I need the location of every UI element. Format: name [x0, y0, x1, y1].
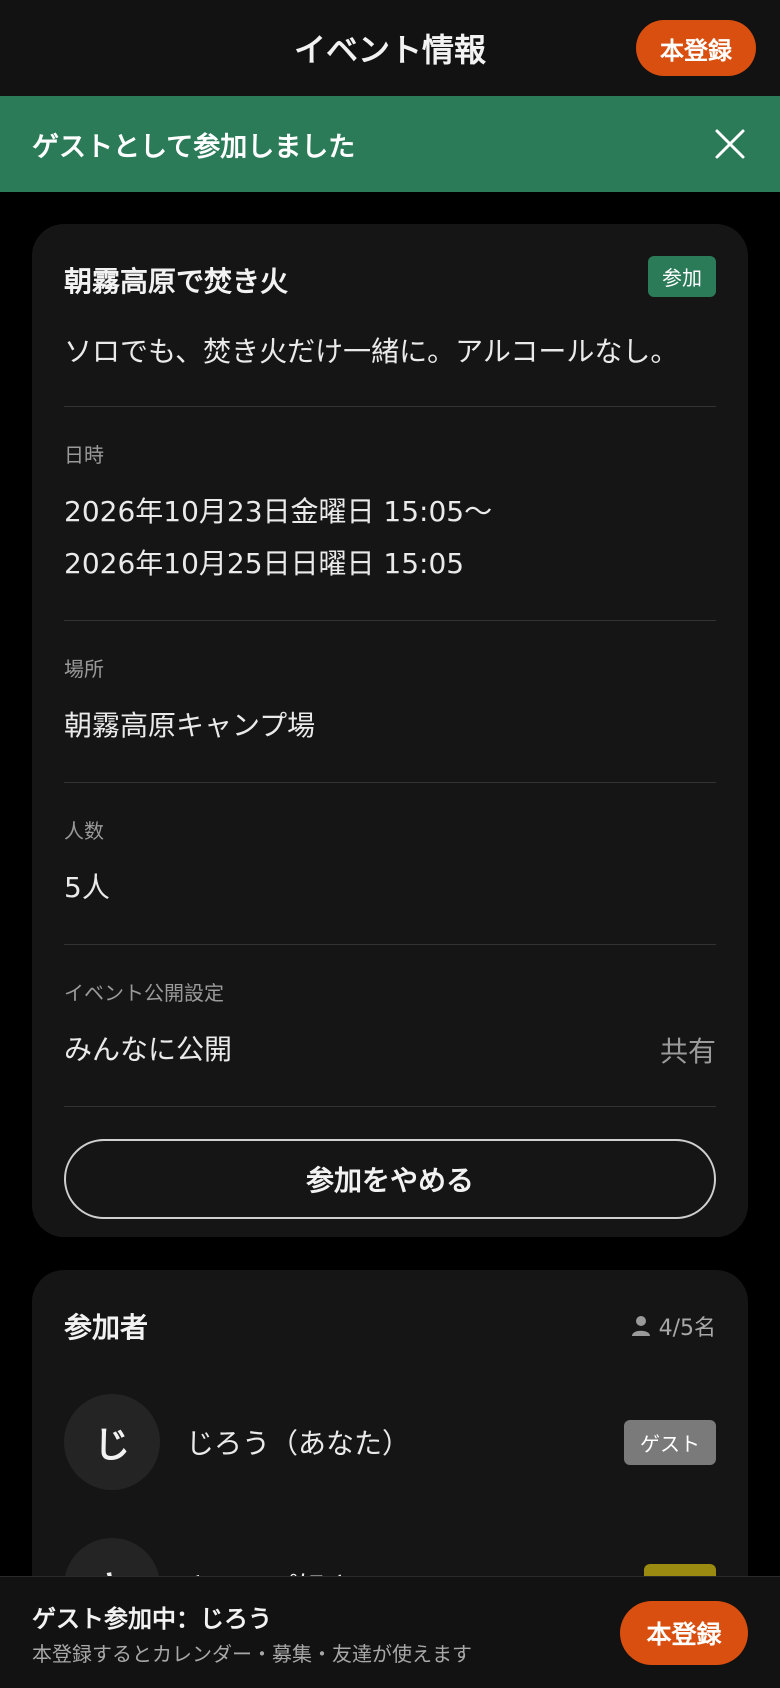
- app-root: イベント情報 本登録 ゲストとして参加しました 朝霧高原で焚き火 参加 ソロでも…: [0, 0, 780, 1688]
- datetime-section: 日時 2026年10月23日金曜日 15:05〜 2026年10月25日日曜日 …: [64, 407, 716, 620]
- capacity-section: 人数 5人: [64, 783, 716, 944]
- participants-title: 参加者: [64, 1311, 149, 1344]
- participant-count-text: 4/5名: [658, 1316, 716, 1341]
- visibility-section: イベント公開設定 みんなに公開 共有: [64, 945, 716, 1106]
- visibility-row: みんなに公開 共有: [64, 1024, 716, 1076]
- bottom-register-button[interactable]: 本登録: [620, 1601, 748, 1665]
- datetime-label: 日時: [64, 443, 104, 467]
- member-name: じろう（あなた）: [186, 1427, 411, 1460]
- person-icon: [631, 1316, 650, 1336]
- visibility-value: みんなに公開: [64, 1033, 233, 1066]
- share-link[interactable]: 共有: [660, 1030, 716, 1070]
- guest-status-title: ゲスト参加中：じろう: [32, 1604, 272, 1633]
- avatar: じ: [64, 1394, 160, 1490]
- guest-status-subtitle: 本登録するとカレンダー・募集・友達が使えます: [32, 1641, 472, 1666]
- place-section: 場所 朝霧高原キャンプ場: [64, 621, 716, 782]
- place-label: 場所: [64, 657, 104, 681]
- event-title-row: 朝霧高原で焚き火 参加: [64, 224, 716, 324]
- top-header: イベント情報 本登録: [0, 0, 780, 96]
- datetime-start: 2026年10月23日金曜日 15:05〜: [64, 495, 493, 528]
- participants-header: 参加者 4/5名: [64, 1270, 716, 1370]
- participant-count: 4/5名: [631, 1310, 716, 1342]
- toast-message: ゲストとして参加しました: [32, 131, 356, 163]
- visibility-label: イベント公開設定: [64, 981, 224, 1005]
- place-value: 朝霧高原キャンプ場: [64, 709, 316, 742]
- guest-joined-toast: ゲストとして参加しました: [0, 96, 780, 192]
- event-title: 朝霧高原で焚き火: [64, 265, 289, 298]
- page-title: イベント情報: [293, 31, 486, 69]
- list-item[interactable]: じ じろう（あなた） ゲスト: [64, 1370, 716, 1514]
- cancel-participation-button[interactable]: 参加をやめる: [64, 1139, 716, 1219]
- guest-badge: ゲスト: [624, 1419, 716, 1465]
- event-description: ソロでも、焚き火だけ一緒に。アルコールなし。: [64, 335, 679, 368]
- capacity-label: 人数: [64, 819, 104, 843]
- register-button[interactable]: 本登録: [636, 20, 756, 76]
- datetime-end: 2026年10月25日日曜日 15:05: [64, 547, 465, 580]
- status-badge: 参加: [648, 256, 716, 297]
- capacity-value: 5人: [64, 871, 110, 904]
- divider: [64, 1106, 716, 1107]
- close-icon[interactable]: [712, 126, 748, 162]
- bottom-bar-texts: ゲスト参加中：じろう 本登録するとカレンダー・募集・友達が使えます: [32, 1599, 472, 1667]
- guest-bottom-bar: ゲスト参加中：じろう 本登録するとカレンダー・募集・友達が使えます 本登録: [0, 1576, 780, 1688]
- event-card: 朝霧高原で焚き火 参加 ソロでも、焚き火だけ一緒に。アルコールなし。 日時 20…: [32, 224, 748, 1237]
